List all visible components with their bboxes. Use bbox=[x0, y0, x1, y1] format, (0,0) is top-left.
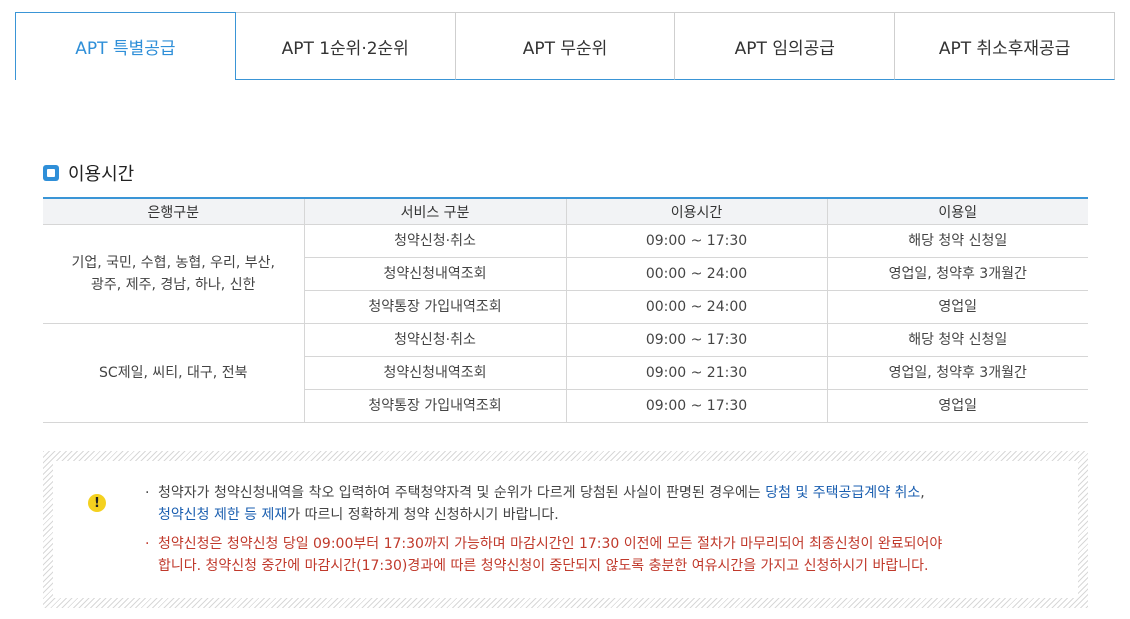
notice-text: 가 따르니 정확하게 청약 신청하시기 바랍니다. bbox=[287, 507, 559, 523]
table-header-row: 은행구분 서비스 구분 이용시간 이용일 bbox=[43, 197, 1088, 225]
tab-apt-arbitrary-supply[interactable]: APT 임의공급 bbox=[675, 12, 896, 80]
tab-apt-resupply-after-cancel[interactable]: APT 취소후재공급 bbox=[895, 12, 1115, 80]
header-bank: 은행구분 bbox=[43, 197, 304, 225]
time-cell: 00:00 ~ 24:00 bbox=[565, 257, 827, 291]
bank-group-cell: SC제일, 씨티, 대구, 전북 bbox=[43, 323, 304, 423]
tab-apt-special-supply[interactable]: APT 특별공급 bbox=[15, 12, 236, 80]
time-cell: 09:00 ~ 17:30 bbox=[565, 389, 827, 423]
days-cell: 영업일, 청약후 3개월간 bbox=[826, 356, 1088, 390]
tab-apt-no-rank[interactable]: APT 무순위 bbox=[455, 12, 676, 80]
notice-item: · 청약자가 청약신청내역을 착오 입력하여 주택청약자격 및 순위가 다르게 … bbox=[140, 482, 1050, 526]
notice-text: , bbox=[920, 485, 925, 501]
notice-line: 청약신청은 청약신청 당일 09:00부터 17:30까지 가능하며 마감시간인… bbox=[158, 536, 943, 552]
service-cell: 청약신청·취소 bbox=[303, 323, 566, 357]
header-time: 이용시간 bbox=[565, 197, 827, 225]
service-cell: 청약신청내역조회 bbox=[303, 356, 566, 390]
notice-content: ! · 청약자가 청약신청내역을 착오 입력하여 주택청약자격 및 순위가 다르… bbox=[53, 461, 1078, 598]
service-cell: 청약신청·취소 bbox=[303, 224, 566, 258]
section-title-text: 이용시간 bbox=[68, 164, 135, 185]
time-cell: 09:00 ~ 21:30 bbox=[565, 356, 827, 390]
days-cell: 영업일 bbox=[826, 290, 1088, 324]
bank-list-line: SC제일, 씨티, 대구, 전북 bbox=[99, 365, 248, 381]
time-cell: 09:00 ~ 17:30 bbox=[565, 224, 827, 258]
notice-line: 청약신청 제한 등 제재가 따르니 정확하게 청약 신청하시기 바랍니다. bbox=[158, 504, 1050, 526]
bank-list-line: 기업, 국민, 수협, 농협, 우리, 부산, bbox=[71, 255, 275, 271]
contract-cancel-link[interactable]: 당첨 및 주택공급계약 취소 bbox=[765, 485, 920, 501]
bullet-dot: · bbox=[145, 536, 150, 552]
table-row: SC제일, 씨티, 대구, 전북 청약신청·취소 09:00 ~ 17:30 해… bbox=[43, 323, 1088, 423]
days-cell: 영업일 bbox=[826, 389, 1088, 423]
notice-box: ! · 청약자가 청약신청내역을 착오 입력하여 주택청약자격 및 순위가 다르… bbox=[43, 451, 1088, 608]
days-cell: 영업일, 청약후 3개월간 bbox=[826, 257, 1088, 291]
notice-line: 청약자가 청약신청내역을 착오 입력하여 주택청약자격 및 순위가 다르게 당첨… bbox=[158, 482, 1050, 504]
notice-line: 합니다. 청약신청 중간에 마감시간(17:30)경과에 따른 청약신청이 중단… bbox=[158, 558, 929, 574]
days-cell: 해당 청약 신청일 bbox=[826, 323, 1088, 357]
exclamation-icon: ! bbox=[88, 494, 106, 512]
service-cell: 청약통장 가입내역조회 bbox=[303, 290, 566, 324]
service-cell: 청약통장 가입내역조회 bbox=[303, 389, 566, 423]
notice-text: 청약자가 청약신청내역을 착오 입력하여 주택청약자격 및 순위가 다르게 당첨… bbox=[158, 485, 766, 501]
bank-group-cell: 기업, 국민, 수협, 농협, 우리, 부산, 광주, 제주, 경남, 하나, … bbox=[43, 224, 304, 324]
application-restriction-link[interactable]: 청약신청 제한 등 제재 bbox=[158, 507, 287, 523]
table-row: 기업, 국민, 수협, 농협, 우리, 부산, 광주, 제주, 경남, 하나, … bbox=[43, 224, 1088, 324]
time-cell: 00:00 ~ 24:00 bbox=[565, 290, 827, 324]
time-cell: 09:00 ~ 17:30 bbox=[565, 323, 827, 357]
notice-list: · 청약자가 청약신청내역을 착오 입력하여 주택청약자격 및 순위가 다르게 … bbox=[140, 482, 1050, 584]
tab-bar: APT 특별공급 APT 1순위·2순위 APT 무순위 APT 임의공급 AP… bbox=[15, 12, 1115, 80]
bullet-dot: · bbox=[145, 485, 150, 501]
tab-apt-rank-1-2[interactable]: APT 1순위·2순위 bbox=[235, 12, 456, 80]
header-days: 이용일 bbox=[826, 197, 1088, 225]
service-cell: 청약신청내역조회 bbox=[303, 257, 566, 291]
usage-hours-table: 은행구분 서비스 구분 이용시간 이용일 기업, 국민, 수협, 농협, 우리,… bbox=[43, 197, 1088, 423]
bank-list-line: 광주, 제주, 경남, 하나, 신한 bbox=[91, 277, 256, 293]
header-service: 서비스 구분 bbox=[303, 197, 566, 225]
section-title: 이용시간 bbox=[43, 160, 134, 186]
days-cell: 해당 청약 신청일 bbox=[826, 224, 1088, 258]
notice-item: · 청약신청은 청약신청 당일 09:00부터 17:30까지 가능하며 마감시… bbox=[140, 533, 1050, 577]
square-bullet-icon bbox=[43, 165, 59, 181]
